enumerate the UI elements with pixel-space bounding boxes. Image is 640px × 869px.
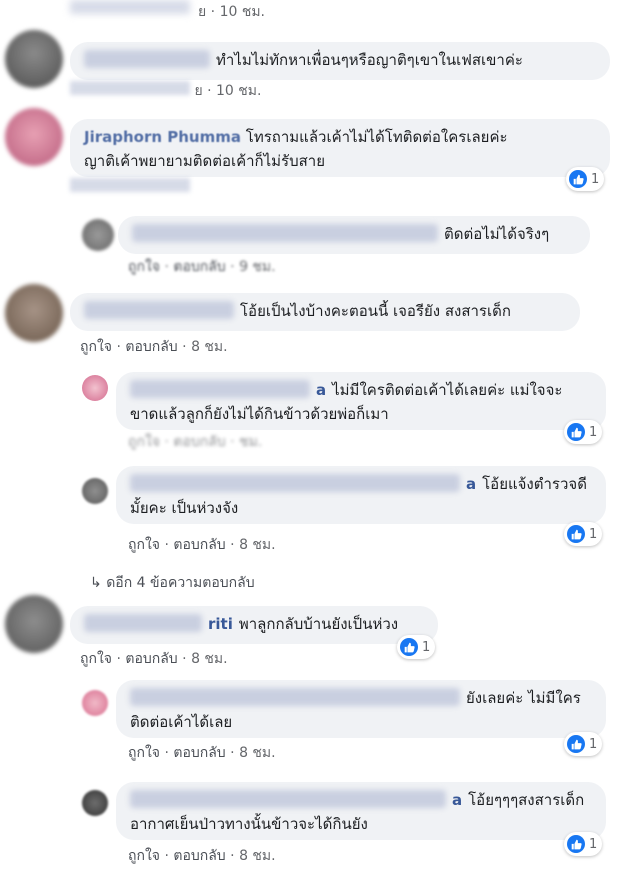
reply-bubble: a ไม่มีใครติดต่อเค้าได้เลยค่ะ แม่ใจจะ ขาด…	[116, 372, 606, 430]
reaction-count[interactable]: 1	[564, 832, 603, 856]
avatar[interactable]	[82, 478, 108, 504]
reply-time: 8 ชม.	[239, 848, 276, 864]
comment-author-suffix[interactable]: riti	[208, 615, 233, 633]
reply-link[interactable]: ตอบกลับ	[173, 745, 225, 761]
reply-actions: ถูกใจ · ตอบกลับ · 8 ชม.	[128, 848, 276, 864]
thumbs-up-icon	[569, 170, 587, 188]
like-link[interactable]: ถูกใจ	[128, 537, 160, 553]
reaction-count[interactable]: 1	[564, 732, 603, 756]
comment-time-top: ย · 10 ชม.	[198, 4, 266, 20]
reply-text-line1: โอ้ยๆๆๆสงสารเด็ก	[468, 791, 585, 809]
avatar[interactable]	[5, 595, 63, 653]
comment-actions: ถูกใจ · ตอบกลับ · 8 ชม.	[80, 339, 228, 355]
reply-actions-blurred: ถูกใจ · ตอบกลับ · ชม.	[128, 434, 263, 450]
reply-author-suffix[interactable]: a	[316, 381, 326, 399]
comment-bubble: Jiraphorn Phumma โทรถามแล้วเค้าไม่ได้โทต…	[70, 119, 610, 177]
reply-actions: ถูกใจ · ตอบกลับ · 8 ชม.	[128, 745, 276, 761]
reply-link[interactable]: ตอบกลับ	[173, 848, 225, 864]
reaction-count[interactable]: 1	[566, 167, 605, 191]
reply-author-suffix[interactable]: a	[466, 475, 476, 493]
comment-actions: ถูกใจ · ตอบกลับ · 8 ชม.	[80, 651, 228, 667]
comment-actions-blurred	[70, 178, 190, 196]
avatar[interactable]	[82, 690, 108, 716]
reaction-count[interactable]: 1	[397, 635, 436, 659]
comment-text-line1: โทรถามแล้วเค้าไม่ได้โทติดต่อใครเลยค่ะ	[245, 128, 508, 146]
reply-actions: ถูกใจ · ตอบกลับ · 9 ชม.	[128, 259, 276, 275]
comment-bubble: riti พาลูกกลับบ้านยังเป็นห่วง	[70, 606, 438, 644]
reply-actions: ถูกใจ · ตอบกลับ · 8 ชม.	[128, 537, 276, 553]
reply-text-line1: ยังเลยค่ะ ไม่มีใคร	[466, 689, 581, 707]
reply-text-line1: ไม่มีใครติดต่อเค้าได้เลยค่ะ แม่ใจจะ	[332, 381, 563, 399]
reply-link[interactable]: ตอบกลับ	[125, 339, 177, 355]
comment-bubble: ทำไมไม่ทักหาเพื่อนๆหรือญาติๆเขาในเฟสเขาค…	[70, 42, 610, 80]
reply-bubble: a โอ้ยๆๆๆสงสารเด็ก อากาศเย็นป่าวทางนั้นข้…	[116, 782, 606, 840]
reply-text-line2: มั้ยคะ เป็นห่วงจัง	[130, 499, 239, 517]
avatar[interactable]	[82, 219, 114, 251]
thumbs-up-icon	[567, 835, 585, 853]
comment-text-line2: ญาติเค้าพยายามติดต่อเค้าก็ไม่รับสาย	[84, 152, 326, 170]
comment-text: พาลูกกลับบ้านยังเป็นห่วง	[238, 615, 399, 633]
like-link[interactable]: ถูกใจ	[128, 848, 160, 864]
reply-text: ติดต่อไม่ได้จริงๆ	[444, 225, 550, 243]
reply-bubble: ยังเลยค่ะ ไม่มีใคร ติดต่อเค้าได้เลย	[116, 680, 606, 738]
comment-time: 8 ชม.	[191, 651, 228, 667]
reply-text-line1: โอ้ยแจ้งตำรวจดี	[482, 475, 587, 493]
reply-time: 8 ชม.	[239, 745, 276, 761]
comment-text: ทำไมไม่ทักหาเพื่อนๆหรือญาติๆเขาในเฟสเขาค…	[216, 51, 523, 69]
comment-actions: ย · 10 ชม.	[70, 80, 261, 102]
reply-link[interactable]: ตอบกลับ	[125, 651, 177, 667]
reply-link[interactable]: ตอบกลับ	[173, 537, 225, 553]
reaction-count[interactable]: 1	[564, 522, 603, 546]
avatar[interactable]	[82, 375, 108, 401]
comment-meta-top-partial	[70, 0, 190, 18]
like-link[interactable]: ถูกใจ	[128, 745, 160, 761]
reply-bubble: a โอ้ยแจ้งตำรวจดี มั้ยคะ เป็นห่วงจัง	[116, 466, 606, 524]
avatar[interactable]	[82, 790, 108, 816]
like-link[interactable]: ถูกใจ	[80, 339, 112, 355]
comment-text: โอ้ยเป็นไงบ้างคะตอนนี้ เจอรียัง สงสารเด็…	[240, 302, 511, 320]
reply-text-line2: ติดต่อเค้าได้เลย	[130, 713, 233, 731]
reply-time: 8 ชม.	[239, 537, 276, 553]
reply-arrow-icon: ↳	[90, 575, 102, 591]
avatar[interactable]	[5, 284, 63, 342]
thumbs-up-icon	[567, 525, 585, 543]
thumbs-up-icon	[567, 423, 585, 441]
thumbs-up-icon	[400, 638, 418, 656]
more-replies-link[interactable]: ↳ ดอีก 4 ข้อความตอบกลับ	[90, 572, 255, 594]
reply-text-line2: ขาดแล้วลูกก็ยังไม่ได้กินข้าวด้วยพ่อก็เมา	[130, 405, 389, 423]
comment-time: 8 ชม.	[191, 339, 228, 355]
comment-author[interactable]: Jiraphorn Phumma	[84, 128, 241, 146]
avatar[interactable]	[5, 108, 63, 166]
like-link[interactable]: ถูกใจ	[80, 651, 112, 667]
reply-text-line2: อากาศเย็นป่าวทางนั้นข้าวจะได้กินยัง	[130, 815, 368, 833]
reply-bubble: ติดต่อไม่ได้จริงๆ	[118, 216, 590, 254]
thumbs-up-icon	[567, 735, 585, 753]
reply-author-suffix[interactable]: a	[452, 791, 462, 809]
reaction-count[interactable]: 1	[564, 420, 603, 444]
avatar[interactable]	[5, 30, 63, 88]
comment-bubble: โอ้ยเป็นไงบ้างคะตอนนี้ เจอรียัง สงสารเด็…	[70, 293, 580, 331]
